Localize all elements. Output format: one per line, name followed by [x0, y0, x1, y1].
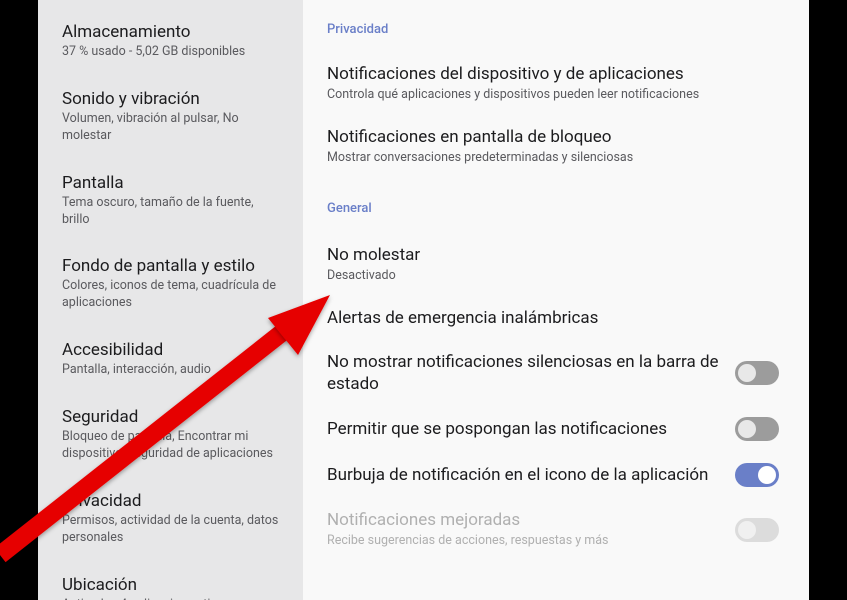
setting-snooze-notifications[interactable]: Permitir que se pospongan las notificaci… [327, 407, 779, 453]
toggle-enhanced-notifications [735, 518, 779, 542]
device-frame: Almacenamiento 37 % usado - 5,02 GB disp… [0, 0, 847, 600]
setting-title: Notificaciones en pantalla de bloqueo [327, 126, 767, 148]
setting-title: Permitir que se pospongan las notificaci… [327, 418, 723, 440]
sidebar-title: Seguridad [62, 407, 283, 427]
setting-hide-silent-statusbar[interactable]: No mostrar notificaciones silenciosas en… [327, 341, 779, 407]
sidebar-subtitle: Activada - 4 aplicaciones tienen [62, 597, 283, 600]
setting-title: Alertas de emergencia inalámbricas [327, 307, 767, 329]
sidebar-subtitle: Pantalla, interacción, audio [62, 362, 283, 379]
sidebar-title: Accesibilidad [62, 340, 283, 360]
setting-text: Burbuja de notificación en el icono de l… [327, 464, 735, 486]
setting-subtitle: Desactivado [327, 268, 767, 285]
setting-text: Permitir que se pospongan las notificaci… [327, 418, 735, 440]
sidebar-subtitle: Volumen, vibración al pulsar, No molesta… [62, 111, 283, 145]
sidebar-item-accessibility[interactable]: Accesibilidad Pantalla, interacción, aud… [38, 326, 303, 393]
setting-subtitle: Recibe sugerencias de acciones, respuest… [327, 533, 723, 550]
setting-notification-dot[interactable]: Burbuja de notificación en el icono de l… [327, 453, 779, 499]
setting-text: Notificaciones mejoradas Recibe sugerenc… [327, 509, 735, 550]
section-header-general: General [327, 201, 779, 216]
section-header-privacy: Privacidad [327, 22, 779, 37]
setting-text: No mostrar notificaciones silenciosas en… [327, 351, 735, 395]
toggle-snooze-notifications[interactable] [735, 417, 779, 441]
setting-subtitle: Mostrar conversaciones predeterminadas y… [327, 150, 767, 167]
setting-text: Alertas de emergencia inalámbricas [327, 307, 779, 329]
sidebar-subtitle: Colores, iconos de tema, cuadrícula de a… [62, 278, 283, 312]
sidebar-title: Fondo de pantalla y estilo [62, 256, 283, 276]
setting-text: Notificaciones en pantalla de bloqueo Mo… [327, 126, 779, 167]
sidebar-item-security[interactable]: Seguridad Bloqueo de pantalla, Encontrar… [38, 393, 303, 477]
sidebar-item-display[interactable]: Pantalla Tema oscuro, tamaño de la fuent… [38, 159, 303, 243]
screen: Almacenamiento 37 % usado - 5,02 GB disp… [38, 0, 809, 600]
setting-title: Notificaciones del dispositivo y de apli… [327, 63, 767, 85]
setting-title: No molestar [327, 244, 767, 266]
sidebar-subtitle: 37 % usado - 5,02 GB disponibles [62, 44, 283, 61]
sidebar-item-wallpaper[interactable]: Fondo de pantalla y estilo Colores, icon… [38, 242, 303, 326]
sidebar-item-sound[interactable]: Sonido y vibración Volumen, vibración al… [38, 75, 303, 159]
sidebar-title: Privacidad [62, 491, 283, 511]
setting-text: Notificaciones del dispositivo y de apli… [327, 63, 779, 104]
toggle-notification-dot[interactable] [735, 463, 779, 487]
setting-title: Burbuja de notificación en el icono de l… [327, 464, 723, 486]
sidebar-subtitle: Permisos, actividad de la cuenta, datos … [62, 513, 283, 547]
setting-do-not-disturb[interactable]: No molestar Desactivado [327, 234, 779, 297]
sidebar-subtitle: Bloqueo de pantalla, Encontrar mi dispos… [62, 429, 283, 463]
sidebar-title: Almacenamiento [62, 22, 283, 42]
setting-text: No molestar Desactivado [327, 244, 779, 285]
sidebar-title: Sonido y vibración [62, 89, 283, 109]
sidebar-item-location[interactable]: Ubicación Activada - 4 aplicaciones tien… [38, 561, 303, 600]
setting-title: No mostrar notificaciones silenciosas en… [327, 351, 723, 395]
setting-subtitle: Controla qué aplicaciones y dispositivos… [327, 87, 767, 104]
settings-detail-pane: Privacidad Notificaciones del dispositiv… [303, 0, 809, 600]
setting-device-app-notifications[interactable]: Notificaciones del dispositivo y de apli… [327, 53, 779, 116]
setting-enhanced-notifications: Notificaciones mejoradas Recibe sugerenc… [327, 499, 779, 562]
setting-wireless-emergency-alerts[interactable]: Alertas de emergencia inalámbricas [327, 297, 779, 341]
sidebar-subtitle: Tema oscuro, tamaño de la fuente, brillo [62, 195, 283, 229]
toggle-hide-silent-statusbar[interactable] [735, 361, 779, 385]
settings-sidebar: Almacenamiento 37 % usado - 5,02 GB disp… [38, 0, 303, 600]
sidebar-title: Pantalla [62, 173, 283, 193]
sidebar-item-privacy[interactable]: Privacidad Permisos, actividad de la cue… [38, 477, 303, 561]
setting-lockscreen-notifications[interactable]: Notificaciones en pantalla de bloqueo Mo… [327, 116, 779, 179]
sidebar-item-storage[interactable]: Almacenamiento 37 % usado - 5,02 GB disp… [38, 8, 303, 75]
setting-title: Notificaciones mejoradas [327, 509, 723, 531]
sidebar-title: Ubicación [62, 575, 283, 595]
